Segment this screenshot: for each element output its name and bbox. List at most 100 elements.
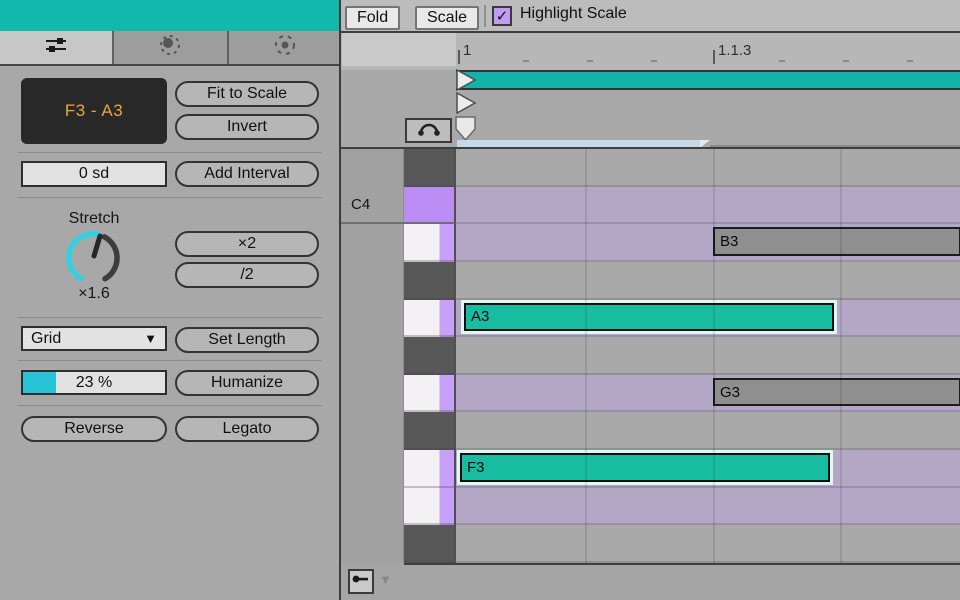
piano-key-E3[interactable] xyxy=(404,487,455,526)
piano-key-C4[interactable] xyxy=(404,186,455,225)
faders-icon xyxy=(43,34,69,61)
midi-note-F3[interactable]: F3 xyxy=(460,453,830,482)
grid-line xyxy=(713,149,715,563)
reverse-button[interactable]: Reverse xyxy=(21,416,167,442)
piano-key-B3[interactable] xyxy=(404,224,455,262)
set-length-button[interactable]: Set Length xyxy=(175,327,319,353)
piano-key-F3[interactable] xyxy=(404,450,455,488)
divider xyxy=(341,147,960,149)
note-lane-C#4[interactable] xyxy=(456,149,960,187)
separator xyxy=(18,197,322,198)
ruler-minor-tick xyxy=(843,60,849,62)
fold-button[interactable]: Fold xyxy=(345,6,401,30)
ruler-minor-tick xyxy=(907,60,913,62)
separator xyxy=(18,360,322,361)
pitch-name-column: C4 xyxy=(341,149,404,563)
note-lane-A3[interactable]: A3 xyxy=(456,299,960,338)
ruler-minor-tick xyxy=(587,60,593,62)
ruler-label-tick xyxy=(458,50,460,64)
editor-topbar: Fold Scale ✓ Highlight Scale xyxy=(341,0,960,31)
note-lane-D#3[interactable] xyxy=(456,525,960,563)
legato-button[interactable]: Legato xyxy=(175,416,319,442)
humanize-button[interactable]: Humanize xyxy=(175,370,319,396)
piano-roll-area: Fold Scale ✓ Highlight Scale 1 1.1.3 C4 … xyxy=(341,0,960,600)
piano-key-G#3[interactable] xyxy=(404,337,455,375)
set-length-grid-select[interactable]: Grid ▼ xyxy=(21,326,167,351)
scrub-marker[interactable] xyxy=(455,92,477,114)
panel-divider xyxy=(339,0,341,600)
divider xyxy=(484,5,486,27)
separator xyxy=(18,152,322,153)
note-marker-icon xyxy=(352,572,370,591)
midi-note-B3[interactable]: B3 xyxy=(713,227,960,256)
chevron-down-icon: ▼ xyxy=(144,331,157,346)
note-lane-B3[interactable]: B3 xyxy=(456,224,960,262)
interval-value-field[interactable]: 0 sd xyxy=(21,161,167,187)
pitch-range-display[interactable]: F3 - A3 xyxy=(21,78,167,144)
fit-to-scale-button[interactable]: Fit to Scale xyxy=(175,81,319,107)
note-lane-E3[interactable] xyxy=(456,487,960,526)
divider xyxy=(404,563,960,565)
grid-line xyxy=(585,149,587,563)
ruler-beat-label: 1 xyxy=(463,42,472,59)
note-lane-F3[interactable]: F3 xyxy=(456,450,960,488)
headphone-icon xyxy=(416,118,442,143)
clip-color-bar[interactable] xyxy=(0,0,341,31)
scale-button[interactable]: Scale xyxy=(415,6,480,30)
midi-tools-panel: F3 - A3 Fit to Scale Invert 0 sd Add Int… xyxy=(0,0,341,600)
tool-tabs xyxy=(0,31,341,66)
divider xyxy=(454,149,456,563)
tab-note-tools[interactable] xyxy=(0,31,115,64)
note-lane-G#3[interactable] xyxy=(456,337,960,375)
tab-generate-tools[interactable] xyxy=(228,31,341,64)
humanize-amount-value: 23 % xyxy=(75,373,113,391)
midi-note-A3[interactable]: A3 xyxy=(464,302,834,332)
note-lane-A#3[interactable] xyxy=(456,261,960,300)
tab-transform-tools[interactable] xyxy=(114,31,229,64)
loop-brace[interactable] xyxy=(456,70,960,90)
stretch-double-button[interactable]: ×2 xyxy=(175,231,319,257)
stretch-halve-button[interactable]: /2 xyxy=(175,262,319,288)
midi-note-G3[interactable]: G3 xyxy=(713,377,960,407)
bottom-strip: ▼ xyxy=(341,563,960,600)
loop-start-marker[interactable] xyxy=(455,69,477,91)
note-grid[interactable]: B3 A3 G3 F3 xyxy=(456,149,960,563)
piano-key-D#3[interactable] xyxy=(404,525,455,563)
add-interval-button[interactable]: Add Interval xyxy=(175,161,319,187)
preview-headphone-button[interactable] xyxy=(405,118,452,143)
piano-key-G3[interactable] xyxy=(404,374,455,413)
octave-divider-line xyxy=(341,222,455,225)
note-lane-G3[interactable]: G3 xyxy=(456,374,960,413)
stretch-knob[interactable] xyxy=(61,226,125,290)
piano-key-C#4[interactable] xyxy=(404,149,455,187)
lane-chevron-down-icon[interactable]: ▼ xyxy=(379,572,392,587)
piano-key-A#3[interactable] xyxy=(404,261,455,300)
piano-keys-column xyxy=(404,149,455,563)
start-marker-pin[interactable] xyxy=(454,115,478,142)
ruler-minor-tick xyxy=(651,60,657,62)
piano-key-A3[interactable] xyxy=(404,299,455,338)
dashed-target-icon xyxy=(273,33,297,62)
slider-fill xyxy=(23,372,56,393)
invert-button[interactable]: Invert xyxy=(175,114,319,140)
note-lane-F#3[interactable] xyxy=(456,412,960,451)
humanize-amount-slider[interactable]: 23 % xyxy=(21,370,167,395)
ruler-label-tick xyxy=(713,50,715,64)
dotted-sphere-icon xyxy=(158,33,182,62)
checkmark-icon: ✓ xyxy=(495,8,509,25)
beat-time-ruler[interactable]: 1 1.1.3 xyxy=(341,33,960,70)
ruler-corner xyxy=(342,33,456,66)
grid-select-value: Grid xyxy=(31,329,62,347)
midi-editor-window: F3 - A3 Fit to Scale Invert 0 sd Add Int… xyxy=(0,0,960,600)
lane-toggle-button[interactable] xyxy=(348,569,374,594)
highlight-scale-checkbox[interactable]: ✓ xyxy=(492,6,512,26)
separator xyxy=(18,317,322,318)
grid-line xyxy=(840,149,842,563)
note-lane-C4[interactable] xyxy=(456,186,960,225)
ruler-minor-tick xyxy=(779,60,785,62)
octave-label: C4 xyxy=(351,196,371,214)
stretch-value: ×1.6 xyxy=(78,285,110,302)
piano-key-F#3[interactable] xyxy=(404,412,455,451)
ruler-beat-label: 1.1.3 xyxy=(718,42,752,59)
highlight-scale-label: Highlight Scale xyxy=(520,5,627,22)
